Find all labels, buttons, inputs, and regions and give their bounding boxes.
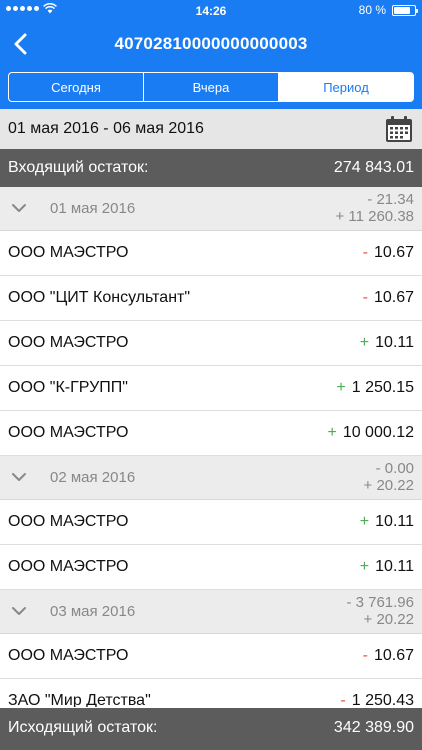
counterparty-name: ЗАО "Мир Детства" — [8, 692, 151, 707]
transaction-row[interactable]: ООО "ЦИТ Консультант" -10.67 — [0, 276, 422, 321]
amount-value: 10.11 — [375, 334, 414, 351]
day-group-header[interactable]: 03 мая 2016 - 3 761.96 + 20.22 — [0, 590, 422, 634]
day-debit-total: - 0.00 — [375, 460, 414, 477]
amount-value: 10 000.12 — [342, 424, 414, 441]
counterparty-name: ООО МАЭСТРО — [8, 244, 129, 261]
amount-value: 10.67 — [373, 647, 414, 664]
amount-sign: + — [359, 334, 370, 351]
day-debit-total: - 3 761.96 — [346, 594, 414, 611]
amount-sign: - — [340, 692, 346, 707]
counterparty-name: ООО МАЭСТРО — [8, 558, 129, 575]
amount-value: 1 250.15 — [351, 379, 414, 396]
day-credit-total: + 20.22 — [363, 477, 414, 494]
day-debit-total: - 21.34 — [367, 191, 414, 208]
calendar-icon[interactable] — [384, 114, 414, 144]
transaction-row[interactable]: ООО МАЭСТРО +10.11 — [0, 321, 422, 366]
day-date: 01 мая 2016 — [50, 200, 136, 217]
transaction-amount: +10.11 — [360, 558, 414, 576]
transaction-row[interactable]: ООО "К-ГРУПП" +1 250.15 — [0, 366, 422, 411]
tab-today[interactable]: Сегодня — [9, 73, 144, 101]
counterparty-name: ООО "К-ГРУПП" — [8, 379, 128, 396]
transaction-row[interactable]: ООО МАЭСТРО -10.67 — [0, 231, 422, 276]
opening-balance-label: Входящий остаток: — [8, 159, 149, 176]
amount-value: 10.67 — [373, 289, 414, 306]
counterparty-name: ООО МАЭСТРО — [8, 334, 129, 351]
transaction-amount: -1 250.43 — [340, 692, 414, 707]
closing-balance-bar: Исходящий остаток: 342 389.90 — [0, 708, 422, 750]
counterparty-name: ООО МАЭСТРО — [8, 424, 129, 441]
amount-sign: + — [359, 513, 370, 530]
transaction-amount: +1 250.15 — [336, 379, 414, 397]
amount-sign: + — [359, 558, 370, 575]
counterparty-name: ООО "ЦИТ Консультант" — [8, 289, 191, 306]
tab-yesterday[interactable]: Вчера — [144, 73, 279, 101]
day-credit-total: + 20.22 — [363, 611, 414, 628]
transaction-amount: -10.67 — [363, 289, 414, 307]
amount-value: 1 250.43 — [351, 692, 414, 707]
battery-icon — [392, 4, 418, 16]
transaction-amount: +10.11 — [360, 513, 414, 531]
transaction-amount: -10.67 — [363, 244, 414, 262]
amount-sign: + — [336, 379, 346, 396]
day-totals: - 0.00 + 20.22 — [364, 460, 414, 494]
transaction-row[interactable]: ООО МАЭСТРО +10.11 — [0, 545, 422, 590]
day-totals: - 3 761.96 + 20.22 — [346, 594, 414, 628]
period-tabs: Сегодня Вчера Период — [8, 72, 414, 102]
battery-percent: 80 % — [358, 3, 386, 17]
amount-sign: - — [362, 289, 368, 306]
transaction-row[interactable]: ЗАО "Мир Детства" -1 250.43 — [0, 679, 422, 707]
amount-sign: + — [327, 424, 337, 441]
opening-balance-bar: Входящий остаток: 274 843.01 — [0, 149, 422, 187]
period-range-bar: 01 мая 2016 - 06 мая 2016 — [0, 109, 422, 149]
transaction-amount: +10.11 — [360, 334, 414, 352]
closing-balance-value: 342 389.90 — [333, 719, 414, 736]
status-bar: 14:26 80 % — [0, 0, 422, 22]
period-range: 01 мая 2016 - 06 мая 2016 — [8, 120, 204, 137]
transaction-amount: +10 000.12 — [327, 424, 414, 442]
transactions-list: 01 мая 2016 - 21.34 + 11 260.38 ООО МАЭСТРО… — [0, 187, 422, 707]
account-number-title: 40702810000000000003 — [114, 34, 308, 53]
amount-value: 10.11 — [375, 558, 414, 575]
transaction-amount: -10.67 — [363, 647, 414, 665]
counterparty-name: ООО МАЭСТРО — [8, 513, 129, 530]
day-group-header[interactable]: 01 мая 2016 - 21.34 + 11 260.38 — [0, 187, 422, 231]
chevron-down-icon[interactable] — [10, 468, 28, 486]
amount-value: 10.67 — [373, 244, 414, 261]
counterparty-name: ООО МАЭСТРО — [8, 647, 129, 664]
transaction-row[interactable]: ООО МАЭСТРО -10.67 — [0, 634, 422, 679]
transaction-row[interactable]: ООО МАЭСТРО +10 000.12 — [0, 411, 422, 456]
day-date: 03 мая 2016 — [50, 603, 136, 620]
amount-value: 10.11 — [375, 513, 414, 530]
opening-balance-value: 274 843.01 — [333, 159, 414, 176]
amount-sign: - — [362, 647, 368, 664]
tab-period[interactable]: Период — [279, 73, 413, 101]
day-credit-total: + 11 260.38 — [335, 208, 414, 225]
day-totals: - 21.34 + 11 260.38 — [335, 191, 414, 225]
day-date: 02 мая 2016 — [50, 469, 136, 486]
chevron-down-icon[interactable] — [10, 602, 28, 620]
closing-balance-label: Исходящий остаток: — [8, 719, 158, 736]
day-group-header[interactable]: 02 мая 2016 - 0.00 + 20.22 — [0, 456, 422, 500]
transaction-row[interactable]: ООО МАЭСТРО +10.11 — [0, 500, 422, 545]
battery-indicator: 80 % — [358, 3, 418, 17]
navigation-bar: 40702810000000000003 — [0, 22, 422, 66]
app-header: 14:26 80 % 40702810000000000003 Сегодня … — [0, 0, 422, 109]
chevron-down-icon[interactable] — [10, 199, 28, 217]
amount-sign: - — [362, 244, 368, 261]
